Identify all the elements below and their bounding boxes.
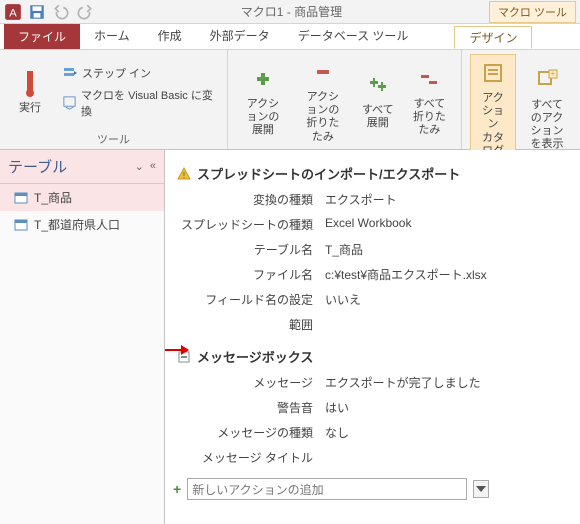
shutter-open-icon[interactable]: « [150, 160, 156, 173]
ribbon: 実行 ステップ イン マクロを Visual Basic に変換 ツール アクシ… [0, 50, 580, 150]
undo-icon[interactable] [52, 3, 70, 21]
step-in-icon [62, 65, 78, 81]
expand-actions-label: アクションの 展開 [242, 98, 284, 138]
ribbon-group-showhide: アクション カタログ + すべてのアクション を表示 表示/非表示 [462, 50, 580, 149]
prop-value[interactable]: いいえ [325, 291, 568, 308]
step-in-label: ステップ イン [82, 65, 151, 81]
run-button[interactable]: 実行 [8, 65, 52, 117]
prop-value[interactable]: エクスポートが完了しました [325, 374, 568, 391]
tab-create[interactable]: 作成 [144, 24, 196, 49]
tab-database-tools[interactable]: データベース ツール [284, 24, 423, 49]
dropdown-arrow-icon[interactable] [473, 480, 489, 498]
macro-designer: スプレッドシートのインポート/エクスポート 変換の種類エクスポート スプレッドシ… [165, 150, 580, 524]
nav-header-title: テーブル [8, 156, 67, 177]
access-app-icon[interactable]: A [4, 3, 22, 21]
prop-label: 変換の種類 [177, 191, 325, 208]
nav-item-label: T_都道府県人口 [34, 216, 120, 233]
show-all-actions-label: すべてのアクション を表示 [528, 99, 566, 152]
expand-all-icon [362, 69, 394, 101]
prop-label: テーブル名 [177, 241, 325, 258]
collapse-all-button[interactable]: すべて 折りたたみ [406, 61, 453, 140]
prop-label: メッセージ [177, 374, 325, 391]
ribbon-group-tools: 実行 ステップ イン マクロを Visual Basic に変換 ツール [0, 50, 228, 149]
ribbon-tabs: ファイル ホーム 作成 外部データ データベース ツール デザイン [0, 24, 580, 50]
prop-value[interactable]: なし [325, 424, 568, 441]
show-all-actions-button[interactable]: + すべてのアクション を表示 [522, 62, 572, 154]
collapse-actions-button[interactable]: アクションの 折りたたみ [296, 54, 350, 146]
warning-icon [177, 167, 191, 181]
prop-label: 警告音 [177, 399, 325, 416]
prop-value[interactable]: T_商品 [325, 241, 568, 258]
catalog-icon [477, 57, 509, 89]
convert-vb-button[interactable]: マクロを Visual Basic に変換 [58, 85, 219, 121]
run-icon [14, 67, 46, 99]
prop-label: ファイル名 [177, 266, 325, 283]
navigation-pane: テーブル ⌄ « T_商品 T_都道府県人口 [0, 150, 165, 524]
redo-icon[interactable] [76, 3, 94, 21]
collapse-toggle-icon[interactable] [177, 350, 191, 364]
action-catalog-label: アクション カタログ [477, 92, 509, 158]
collapse-icon [307, 56, 339, 88]
expand-actions-button[interactable]: アクションの 展開 [236, 61, 290, 140]
save-icon[interactable] [28, 3, 46, 21]
add-action-placeholder: 新しいアクションの追加 [192, 481, 323, 498]
prop-label: メッセージ タイトル [177, 449, 325, 466]
table-icon [14, 191, 28, 205]
tools-group-label: ツール [8, 129, 219, 147]
expand-all-button[interactable]: すべて 展開 [356, 67, 400, 132]
nav-header[interactable]: テーブル ⌄ « [0, 150, 164, 184]
add-action-combobox[interactable]: 新しいアクションの追加 [187, 478, 467, 500]
show-all-icon: + [531, 64, 563, 96]
expand-all-label: すべて 展開 [362, 104, 394, 130]
chevron-down-icon[interactable]: ⌄ [135, 160, 144, 173]
tab-design[interactable]: デザイン [454, 26, 532, 49]
nav-item-t-todoufuken[interactable]: T_都道府県人口 [0, 211, 164, 238]
action-catalog-button[interactable]: アクション カタログ [470, 54, 516, 161]
ribbon-group-expand: アクションの 展開 アクションの 折りたたみ すべて 展開 すべて 折りたたみ … [228, 50, 462, 149]
prop-label: フィールド名の設定 [177, 291, 325, 308]
macro-action-import-export[interactable]: スプレッドシートのインポート/エクスポート 変換の種類エクスポート スプレッドシ… [177, 160, 568, 337]
nav-item-t-shouhin[interactable]: T_商品 [0, 184, 164, 211]
prop-value[interactable] [325, 449, 568, 466]
tab-file[interactable]: ファイル [4, 24, 80, 49]
contextual-tab-label: マクロ ツール [489, 1, 576, 23]
prop-value[interactable]: Excel Workbook [325, 216, 568, 233]
prop-value[interactable]: はい [325, 399, 568, 416]
convert-vb-icon [62, 95, 77, 111]
quick-access-toolbar: A [4, 3, 94, 21]
action-title: メッセージボックス [197, 347, 313, 366]
window-title: マクロ1 - 商品管理 [94, 3, 489, 20]
nav-item-label: T_商品 [34, 189, 72, 206]
macro-action-messagebox[interactable]: メッセージボックス メッセージエクスポートが完了しました 警告音はい メッセージ… [177, 343, 568, 470]
collapse-all-label: すべて 折りたたみ [412, 98, 447, 138]
prop-label: 範囲 [177, 316, 325, 333]
plus-icon[interactable]: + [173, 481, 181, 497]
svg-text:+: + [551, 69, 556, 78]
svg-text:A: A [9, 7, 17, 19]
collapse-all-icon [413, 63, 445, 95]
tab-home[interactable]: ホーム [80, 24, 144, 49]
title-bar: A マクロ1 - 商品管理 マクロ ツール [0, 0, 580, 24]
collapse-actions-label: アクションの 折りたたみ [302, 91, 344, 144]
action-title: スプレッドシートのインポート/エクスポート [197, 164, 460, 183]
step-in-button[interactable]: ステップ イン [58, 63, 219, 83]
convert-vb-label: マクロを Visual Basic に変換 [81, 87, 215, 119]
expand-icon [247, 63, 279, 95]
prop-label: メッセージの種類 [177, 424, 325, 441]
prop-value[interactable] [325, 316, 568, 333]
add-action-row: + 新しいアクションの追加 [173, 478, 564, 500]
prop-value[interactable]: エクスポート [325, 191, 568, 208]
prop-label: スプレッドシートの種類 [177, 216, 325, 233]
tab-external-data[interactable]: 外部データ [196, 24, 284, 49]
prop-value[interactable]: c:¥test¥商品エクスポート.xlsx [325, 266, 568, 283]
table-icon [14, 218, 28, 232]
run-label: 実行 [19, 102, 41, 115]
workspace: テーブル ⌄ « T_商品 T_都道府県人口 スプレッドシートのインポート/エク… [0, 150, 580, 524]
